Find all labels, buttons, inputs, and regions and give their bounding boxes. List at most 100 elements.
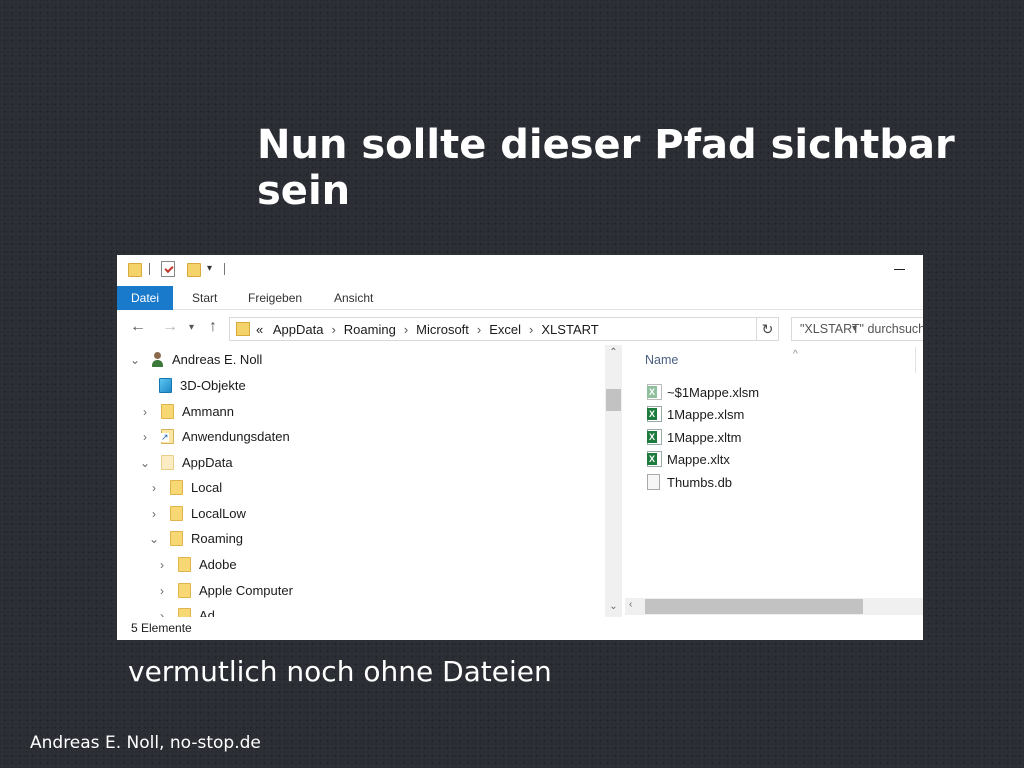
chevron-right-icon[interactable]: › [156,554,168,576]
slide-footer: Andreas E. Noll, no-stop.de [30,733,261,753]
up-arrow-icon[interactable]: ↑ [209,318,217,336]
chevron-down-icon[interactable]: ⌄ [139,452,151,474]
chevron-down-icon[interactable]: ⌄ [129,349,141,371]
slide-subtitle: vermutlich noch ohne Dateien [128,655,552,688]
tree-item-ammann[interactable]: › Ammann [143,401,235,423]
list-item[interactable]: ~$1Mappe.xlsm [647,382,759,404]
new-folder-icon[interactable] [187,263,201,277]
navigation-pane: ⌄ Andreas E. Noll 3D-Objekte › Ammann › … [117,345,622,617]
status-bar: 5 Elemente [117,617,923,640]
list-item[interactable]: Mappe.xltx [647,449,730,471]
folder-icon [170,506,183,521]
customize-toolbar-icon[interactable]: ▾ [207,263,212,274]
breadcrumb-microsoft[interactable]: Microsoft [416,322,469,337]
3d-objects-icon [159,378,172,393]
breadcrumb-overflow[interactable]: « [256,322,263,337]
folder-icon [178,608,191,617]
tree-item-roaming[interactable]: ⌄ Roaming [149,528,243,550]
folder-icon [128,263,142,277]
breadcrumb-appdata[interactable]: AppData [273,322,324,337]
forward-arrow-icon[interactable]: → [162,318,178,336]
refresh-icon: ↻ [761,321,774,337]
ribbon-tabs: Datei Start Freigeben Ansicht [117,286,923,310]
tree-item-locallow[interactable]: › LocalLow [152,503,246,525]
folder-icon [170,480,183,495]
chevron-right-icon[interactable]: › [156,580,168,602]
tab-ansicht[interactable]: Ansicht [334,286,373,310]
list-item[interactable]: 1Mappe.xltm [647,427,741,449]
recent-locations-chevron-icon[interactable]: ▾ [189,322,194,333]
scrollbar-thumb[interactable] [606,389,621,411]
tree-item-apple-computer[interactable]: › Apple Computer [160,580,293,602]
back-arrow-icon[interactable]: ← [130,318,146,336]
title-bar: ▾ [117,255,923,285]
excel-temp-icon [647,384,662,400]
tree-item-3d-objekte[interactable]: 3D-Objekte [159,375,246,397]
navigation-scrollbar[interactable]: ⌃ ⌄ [605,345,622,617]
folder-icon [178,557,191,572]
tree-item-local[interactable]: › Local [152,477,222,499]
properties-icon[interactable] [161,261,175,277]
address-bar-row: ← → ▾ ↑ « AppData › Roaming › Microsoft › Exce… [117,313,923,343]
chevron-right-icon[interactable]: › [148,503,160,525]
chevron-right-icon: › [403,322,409,337]
breadcrumb-roaming[interactable]: Roaming [344,322,396,337]
folder-icon [236,322,250,336]
breadcrumb-xlstart[interactable]: XLSTART [541,322,598,337]
tab-datei[interactable]: Datei [117,286,174,310]
column-header-label: Name [645,353,679,367]
tree-item-label: Apple Computer [199,583,293,598]
column-divider[interactable] [915,347,916,373]
minimize-button[interactable] [893,259,907,277]
breadcrumb-excel[interactable]: Excel [489,322,521,337]
folder-icon [178,583,191,598]
column-header-name[interactable]: Name ^ [645,349,798,367]
chevron-down-icon[interactable]: ⌄ [148,528,160,550]
db-file-icon [647,474,660,490]
scroll-up-icon[interactable]: ⌃ [605,347,622,358]
scroll-left-icon[interactable]: ‹ [629,599,632,610]
folder-icon [161,404,174,419]
toolbar-divider [149,263,150,275]
toolbar-divider [224,263,225,275]
file-name: Thumbs.db [667,475,733,490]
tree-item-andreas-e-noll[interactable]: ⌄ Andreas E. Noll [130,349,262,371]
scrollbar-thumb[interactable] [645,599,863,614]
tree-item-label: 3D-Objekte [180,378,246,393]
shortcut-folder-icon [161,429,174,444]
chevron-right-icon[interactable]: › [139,401,151,423]
scroll-down-icon[interactable]: ⌄ [605,601,622,612]
chevron-right-icon: › [331,322,336,337]
file-name: Mappe.xltx [667,452,730,467]
search-input[interactable]: "XLSTART" durchsuchen [791,317,923,341]
tree-item-label: Ad... [199,608,226,617]
excel-icon [647,406,662,422]
tree-item-appdata[interactable]: ⌄ AppData [140,452,233,474]
tree-item-label: Anwendungsdaten [182,429,290,444]
folder-icon [170,531,183,546]
refresh-button[interactable]: ↻ [757,317,779,341]
file-name: ~$1Mappe.xlsm [667,385,760,400]
chevron-right-icon[interactable]: › [139,426,151,448]
excel-icon [647,451,662,467]
tab-start[interactable]: Start [192,286,217,310]
tree-item-label: AppData [182,455,233,470]
slide-title: Nun sollte dieser Pfad sichtbar sein [257,122,955,214]
breadcrumb: « AppData › Roaming › Microsoft › Excel › XLSTAR… [256,322,599,337]
file-explorer-window: ▾ Datei Start Freigeben Ansicht ← → ▾ ↑ … [117,255,923,640]
list-item[interactable]: 1Mappe.xlsm [647,404,744,426]
tree-item-adobe[interactable]: › Adobe [160,554,237,576]
tree-item-anwendungsdaten[interactable]: › Anwendungsdaten [143,426,290,448]
chevron-right-icon[interactable]: › [156,605,168,617]
tree-item-label: Ammann [182,404,235,419]
item-count: 5 Elemente [131,621,192,635]
tab-freigeben[interactable]: Freigeben [248,286,302,310]
tree-item-partial[interactable]: › Ad... [160,605,226,617]
address-input[interactable]: « AppData › Roaming › Microsoft › Excel › XLSTAR… [229,317,857,341]
chevron-right-icon: › [476,322,482,337]
excel-icon [647,429,662,445]
search-placeholder: "XLSTART" durchsuchen [800,322,923,336]
chevron-right-icon[interactable]: › [148,477,160,499]
list-item[interactable]: Thumbs.db [647,472,732,494]
file-list-horizontal-scrollbar[interactable]: ‹ [625,598,923,615]
